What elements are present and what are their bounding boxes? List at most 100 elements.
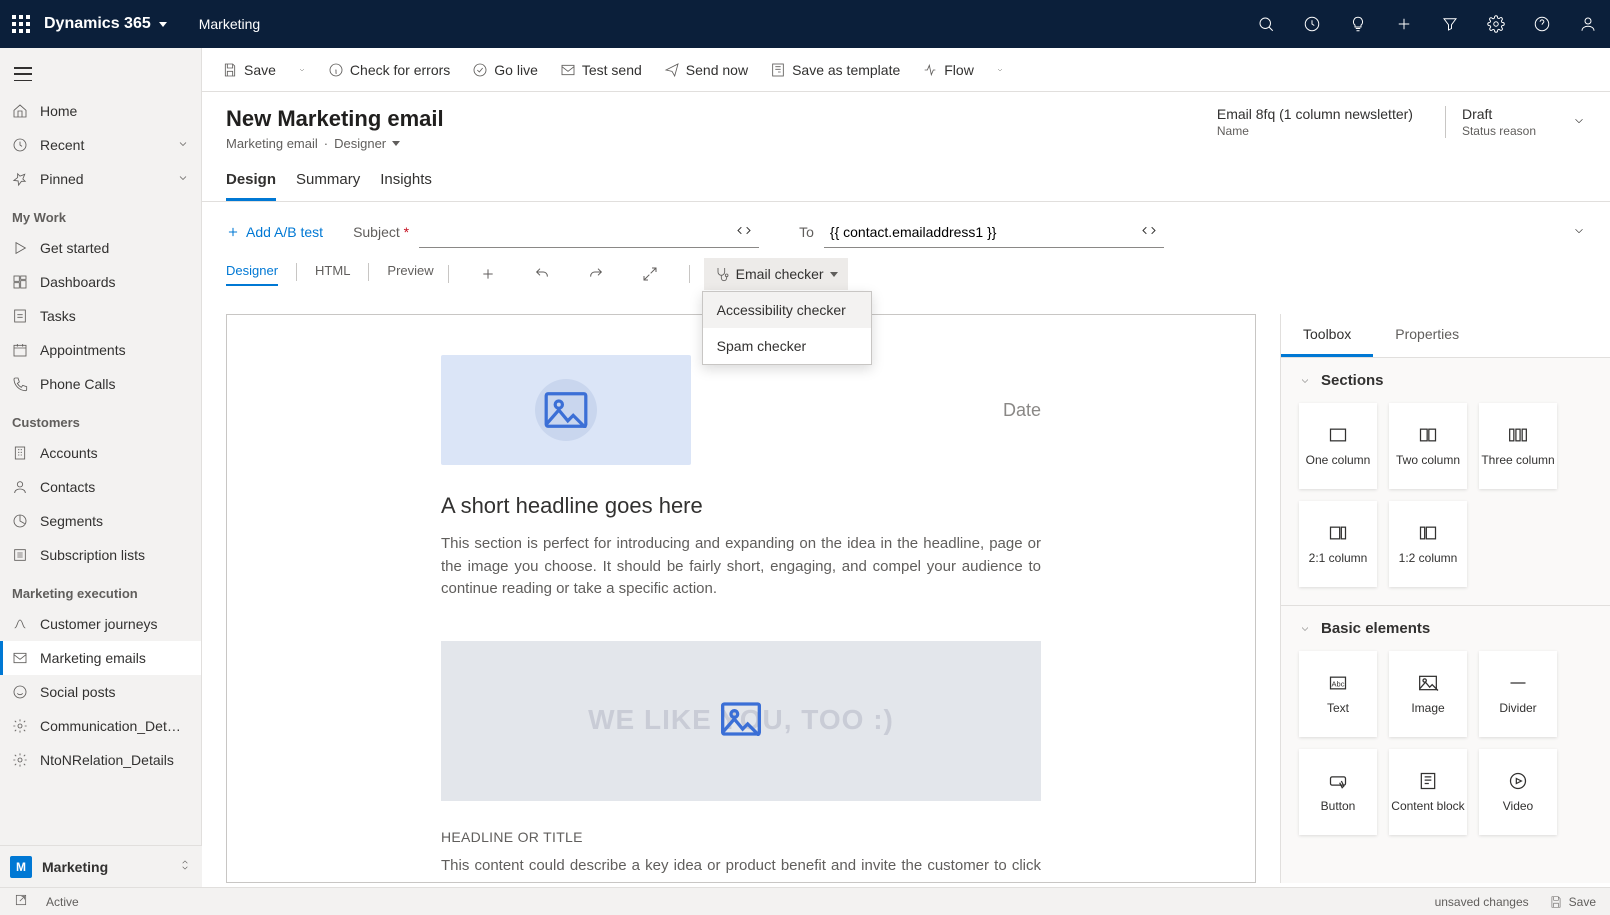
nav-item-marketing-emails[interactable]: Marketing emails (0, 641, 201, 675)
code-icon[interactable] (1140, 223, 1158, 242)
nav-item-segments[interactable]: Segments (0, 504, 201, 538)
nav-item-recent[interactable]: Recent (0, 128, 201, 162)
undo-button[interactable] (517, 258, 567, 290)
popout-icon[interactable] (14, 893, 28, 910)
expand-fields-toggle[interactable] (1572, 224, 1586, 241)
brand-label[interactable]: Dynamics 365 (44, 15, 167, 33)
flow-button[interactable]: Flow (912, 54, 984, 86)
email-checker-dropdown[interactable]: Email checker Accessibility checkerSpam … (704, 258, 848, 290)
sections-header[interactable]: Sections (1281, 358, 1610, 397)
body-text[interactable]: This section is perfect for introducing … (441, 533, 1041, 601)
chevron-down-icon[interactable] (288, 54, 316, 86)
check-for-errors-button[interactable]: Check for errors (318, 54, 460, 86)
view-tab-designer[interactable]: Designer (226, 263, 278, 286)
lightbulb-icon[interactable] (1348, 14, 1368, 34)
view-tab-preview[interactable]: Preview (387, 263, 433, 286)
element-tile-content-block[interactable]: Content block (1389, 749, 1467, 835)
tab-summary[interactable]: Summary (296, 163, 360, 201)
date-placeholder[interactable]: Date (1003, 400, 1041, 421)
add-ab-test-button[interactable]: Add A/B test (226, 224, 323, 240)
image-placeholder[interactable] (441, 355, 691, 465)
nav-item-tasks[interactable]: Tasks (0, 299, 201, 333)
nav-item-appointments[interactable]: Appointments (0, 333, 201, 367)
image-placeholder-large[interactable]: WE LIKE YOU, TOO :) (441, 641, 1041, 801)
chevron-down-icon[interactable] (392, 141, 400, 146)
tab-insights[interactable]: Insights (380, 163, 432, 201)
toolbox-panel: ToolboxProperties Sections One columnTwo… (1280, 314, 1610, 883)
gear-icon[interactable] (1486, 14, 1506, 34)
redo-button[interactable] (571, 258, 621, 290)
nav-item-get-started[interactable]: Get started (0, 231, 201, 265)
view-tab-html[interactable]: HTML (315, 263, 350, 286)
toolbox-tab-toolbox[interactable]: Toolbox (1281, 314, 1373, 357)
app-area-label[interactable]: Marketing (199, 16, 260, 32)
name-stat: Email 8fq (1 column newsletter) Name (1217, 106, 1413, 138)
tab-design[interactable]: Design (226, 163, 276, 201)
nav-item-subscription-lists[interactable]: Subscription lists (0, 538, 201, 572)
nav-item-phone-calls[interactable]: Phone Calls (0, 367, 201, 401)
nav-item-social-posts[interactable]: Social posts (0, 675, 201, 709)
go-live-button[interactable]: Go live (462, 54, 548, 86)
chevron-down-icon (159, 22, 167, 27)
area-badge: M (10, 856, 32, 878)
search-icon[interactable] (1256, 14, 1276, 34)
left-nav: HomeRecentPinned My WorkGet startedDashb… (0, 48, 202, 887)
menu-item-accessibility-checker[interactable]: Accessibility checker (703, 292, 871, 328)
gear-icon (12, 718, 28, 734)
chevron-down-icon (177, 137, 189, 153)
mail-icon (12, 650, 28, 666)
plus-icon[interactable] (1394, 14, 1414, 34)
home-icon (12, 103, 28, 119)
save-button-footer[interactable]: Save (1549, 895, 1596, 909)
nav-item-accounts[interactable]: Accounts (0, 436, 201, 470)
app-launcher-icon[interactable] (12, 15, 30, 33)
nav-item-home[interactable]: Home (0, 94, 201, 128)
section-tile-2-1-column[interactable]: 2:1 column (1299, 501, 1377, 587)
element-tile-divider[interactable]: Divider (1479, 651, 1557, 737)
section-tile-three-column[interactable]: Three column (1479, 403, 1557, 489)
to-input[interactable] (824, 216, 1164, 248)
nav-item-customer-journeys[interactable]: Customer journeys (0, 607, 201, 641)
assistant-icon[interactable] (1302, 14, 1322, 34)
section-tile-two-column[interactable]: Two column (1389, 403, 1467, 489)
nav-item-pinned[interactable]: Pinned (0, 162, 201, 196)
area-switcher[interactable]: M Marketing (0, 845, 202, 887)
email-canvas[interactable]: Date A short headline goes here This sec… (226, 314, 1256, 883)
element-tile-image[interactable]: Image (1389, 651, 1467, 737)
top-bar: Dynamics 365 Marketing (0, 0, 1610, 48)
nav-item-dashboards[interactable]: Dashboards (0, 265, 201, 299)
sub-headline-text[interactable]: HEADLINE OR TITLE (441, 829, 1041, 845)
chevron-down-icon[interactable] (986, 54, 1014, 86)
help-icon[interactable] (1532, 14, 1552, 34)
add-element-button[interactable] (463, 258, 513, 290)
calendar-icon (12, 342, 28, 358)
code-icon[interactable] (735, 223, 753, 242)
element-tile-video[interactable]: Video (1479, 749, 1557, 835)
toolbox-tab-properties[interactable]: Properties (1373, 314, 1481, 357)
save-button[interactable]: Save (212, 54, 286, 86)
pin-icon (12, 171, 28, 187)
sub-body-text[interactable]: This content could describe a key idea o… (441, 855, 1041, 884)
section-tile-1-2-column[interactable]: 1:2 column (1389, 501, 1467, 587)
user-icon[interactable] (1578, 14, 1598, 34)
nav-item-communication-det-[interactable]: Communication_Det… (0, 709, 201, 743)
subject-input[interactable] (419, 216, 759, 248)
send-now-button[interactable]: Send now (654, 54, 758, 86)
chevron-down-icon (177, 171, 189, 187)
menu-item-spam-checker[interactable]: Spam checker (703, 328, 871, 364)
expand-header-toggle[interactable] (1568, 106, 1586, 131)
nav-item-ntonrelation-details[interactable]: NtoNRelation_Details (0, 743, 201, 777)
nav-item-contacts[interactable]: Contacts (0, 470, 201, 504)
basic-elements-header[interactable]: Basic elements (1281, 606, 1610, 645)
nav-collapse-toggle[interactable] (14, 67, 32, 81)
area-name: Marketing (42, 859, 168, 875)
fullscreen-button[interactable] (625, 258, 675, 290)
element-tile-text[interactable]: AbcText (1299, 651, 1377, 737)
headline-text[interactable]: A short headline goes here (441, 493, 1041, 519)
section-tile-one-column[interactable]: One column (1299, 403, 1377, 489)
save-as-template-button[interactable]: Save as template (760, 54, 910, 86)
element-tile-button[interactable]: Button (1299, 749, 1377, 835)
test-send-button[interactable]: Test send (550, 54, 652, 86)
filter-icon[interactable] (1440, 14, 1460, 34)
record-header: New Marketing email Marketing email· Des… (202, 92, 1610, 151)
